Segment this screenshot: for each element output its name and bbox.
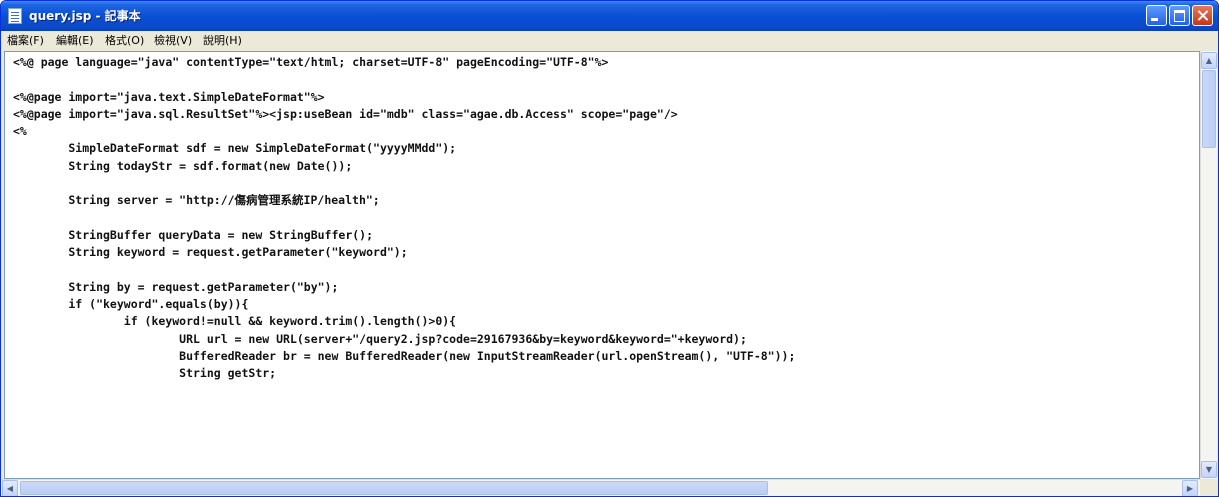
- text-editor[interactable]: <%@ page language="java" contentType="te…: [4, 51, 1200, 479]
- horizontal-scroll-thumb[interactable]: [20, 481, 768, 495]
- code-line: <%@ page language="java" contentType="te…: [13, 55, 609, 69]
- code-line: URL url = new URL(server+"/query2.jsp?co…: [13, 331, 747, 346]
- menu-format[interactable]: 格式(O): [105, 33, 144, 49]
- notepad-icon[interactable]: [8, 8, 22, 24]
- chevron-up-icon: ▲: [1205, 56, 1213, 65]
- chevron-left-icon: ◀: [6, 484, 14, 493]
- scroll-left-button[interactable]: ◀: [2, 480, 18, 496]
- code-line: String keyword = request.getParameter("k…: [13, 245, 408, 260]
- vertical-scroll-thumb[interactable]: [1202, 70, 1216, 148]
- code-line: SimpleDateFormat sdf = new SimpleDateFor…: [13, 141, 457, 156]
- editor-text[interactable]: <%@ page language="java" contentType="te…: [13, 54, 795, 383]
- code-line: <%@page import="java.text.SimpleDateForm…: [13, 89, 325, 104]
- scroll-right-button[interactable]: ▶: [1182, 480, 1198, 496]
- scroll-up-button[interactable]: ▲: [1201, 52, 1217, 69]
- code-line: if (keyword!=null && keyword.trim().leng…: [13, 314, 457, 329]
- menu-edit[interactable]: 編輯(E): [56, 33, 94, 49]
- chevron-right-icon: ▶: [1186, 484, 1194, 493]
- vertical-scrollbar[interactable]: ▲ ▼: [1200, 51, 1217, 479]
- horizontal-scrollbar[interactable]: ◀ ▶: [1, 479, 1200, 496]
- menu-bar: 檔案(F) 編輯(E) 格式(O) 檢視(V) 說明(H): [1, 31, 1218, 51]
- code-line: String by = request.getParameter("by");: [13, 279, 339, 294]
- notepad-window: query.jsp - 記事本 檔案(F) 編輯(E) 格式(O) 檢視(V) …: [0, 0, 1219, 497]
- title-bar[interactable]: query.jsp - 記事本: [1, 1, 1218, 31]
- code-line: String getStr;: [13, 366, 277, 381]
- menu-file[interactable]: 檔案(F): [7, 33, 44, 49]
- code-line: if ("keyword".equals(by)){: [13, 297, 249, 312]
- chevron-down-icon: ▼: [1205, 465, 1213, 474]
- code-line: <%@page import="java.sql.ResultSet"%><js…: [13, 106, 678, 121]
- menu-help[interactable]: 說明(H): [203, 33, 242, 49]
- minimize-button[interactable]: [1146, 5, 1167, 26]
- code-line: String server = "http://傷病管理系統IP/health"…: [13, 193, 380, 208]
- code-line: StringBuffer queryData = new StringBuffe…: [13, 227, 374, 242]
- window-title: query.jsp - 記事本: [29, 9, 141, 23]
- close-button[interactable]: [1192, 5, 1213, 26]
- menu-view[interactable]: 檢視(V): [154, 33, 192, 49]
- code-line: String todayStr = sdf.format(new Date())…: [13, 158, 353, 173]
- code-line: <%: [13, 124, 27, 139]
- code-line: BufferedReader br = new BufferedReader(n…: [13, 349, 796, 364]
- scroll-down-button[interactable]: ▼: [1201, 461, 1217, 478]
- resize-grip[interactable]: [1200, 479, 1217, 496]
- maximize-button[interactable]: [1169, 5, 1190, 26]
